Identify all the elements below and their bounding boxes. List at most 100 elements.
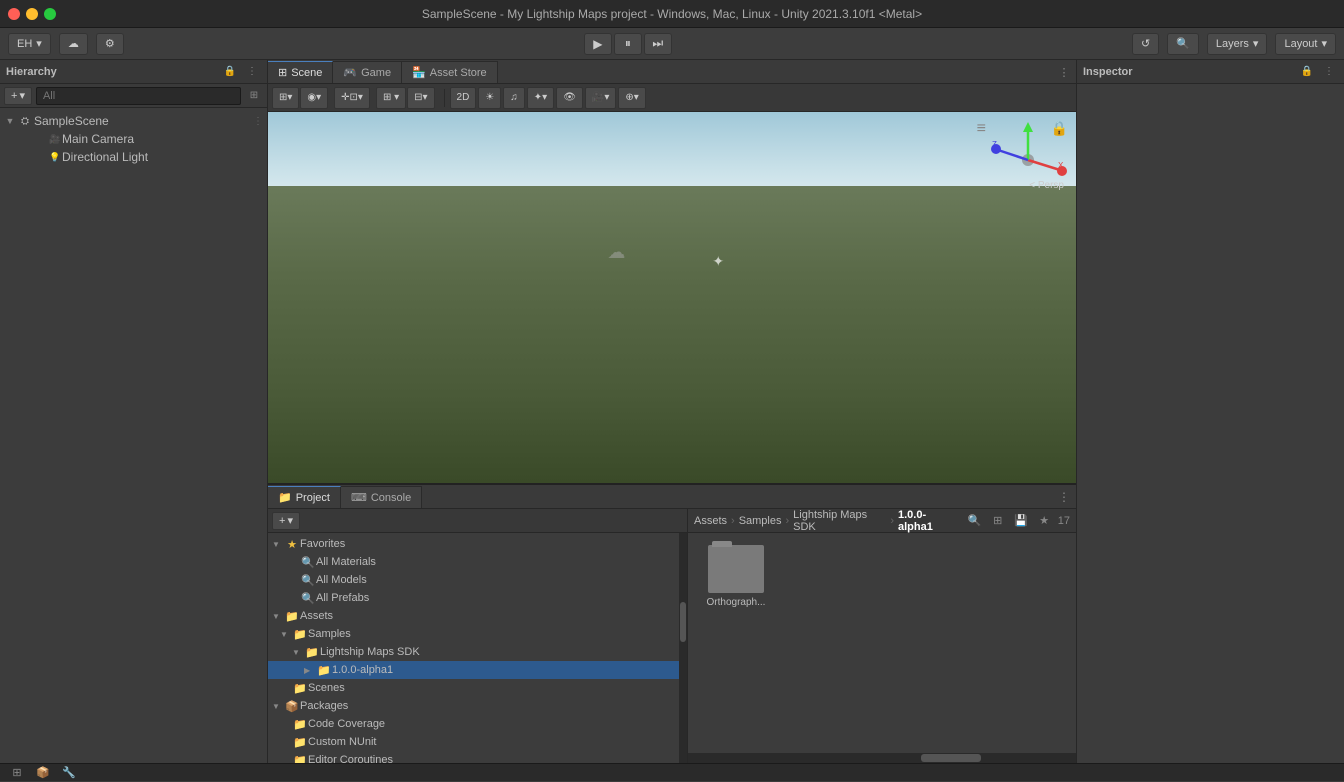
scene-hamburger-icon[interactable]: ≡	[977, 120, 986, 138]
file-tree-scroll-thumb[interactable]	[680, 602, 686, 642]
file-tree-scrollbar[interactable]	[679, 533, 687, 763]
hierarchy-lock-button[interactable]: 🔒	[221, 63, 239, 81]
toolbar-gizmos-button[interactable]: ⊕▾	[618, 87, 645, 109]
asset-search-button[interactable]: 🔍	[965, 511, 984, 531]
tree-item-main-camera[interactable]: 🎥 Main Camera	[0, 130, 267, 148]
view-tabs-more-button[interactable]: ⋮	[1052, 61, 1076, 83]
asset-browser-scrollbar[interactable]	[688, 753, 1076, 763]
asset-save-button[interactable]: 💾	[1011, 511, 1030, 531]
gizmo-tools: ⊞▾ ◉▾	[272, 87, 328, 109]
all-models-label: All Models	[316, 574, 683, 586]
editor-coroutines-label: Editor Coroutines	[308, 754, 683, 763]
play-controls: ▶ ⏸ ⏭	[584, 33, 672, 55]
file-tree-item-all-materials[interactable]: 🔍 All Materials	[268, 553, 687, 571]
file-tree-item-samples[interactable]: ▼ 📁 Samples	[268, 625, 687, 643]
hierarchy-tree: ▼ ⛭ SampleScene ⋮ 🎥 Main Camera 💡	[0, 108, 267, 763]
asset-store-tab-icon: 🏪	[412, 66, 426, 79]
tree-arrow-sample-scene: ▼	[4, 116, 16, 126]
bottom-tabs: 📁 Project ⌨ Console ⋮	[268, 485, 1076, 509]
breadcrumb-lightship[interactable]: Lightship Maps SDK	[793, 509, 886, 533]
status-icon-2[interactable]: 📦	[34, 764, 52, 782]
account-button[interactable]: EH ▾	[8, 33, 51, 55]
scene-viewport[interactable]: ✋ ✛ ↻ ⊡ ⊞ ⊕ ☁ ✦ ≡ 🔒	[268, 112, 1076, 483]
step-button[interactable]: ⏭	[644, 33, 672, 55]
layers-dropdown[interactable]: Layers ▾	[1207, 33, 1268, 55]
game-tab-icon: 🎮	[343, 66, 357, 79]
asset-browser-scroll-thumb[interactable]	[921, 754, 981, 762]
toolbar-scene-visibility-button[interactable]: 👁	[556, 87, 583, 109]
file-tree-item-packages[interactable]: ▼ 📦 Packages	[268, 697, 687, 715]
favorites-icon: ★	[284, 538, 300, 551]
custom-nunit-icon: 📁	[292, 736, 308, 749]
tab-asset-store[interactable]: 🏪 Asset Store	[402, 61, 498, 83]
status-icon-3[interactable]: 🔧	[60, 764, 78, 782]
file-tree-add-button[interactable]: + ▾	[272, 512, 300, 530]
file-tree-item-lightship-maps-sdk[interactable]: ▼ 📁 Lightship Maps SDK	[268, 643, 687, 661]
grid-tools: ⊞ ▾ ⊟▾	[376, 87, 435, 109]
settings-icon: ⚙	[105, 37, 115, 50]
toolbar-pivot-button[interactable]: ✛⊡▾	[334, 87, 370, 109]
toolbar-lighting-button[interactable]: ☀	[478, 87, 501, 109]
packages-label: Packages	[300, 700, 683, 712]
sun-object: ✦	[712, 253, 724, 270]
tab-project[interactable]: 📁 Project	[268, 486, 341, 508]
tree-item-sample-scene[interactable]: ▼ ⛭ SampleScene ⋮	[0, 112, 267, 130]
file-tree-item-editor-coroutines[interactable]: 📁 Editor Coroutines	[268, 751, 687, 763]
toolbar-audio-button[interactable]: ♫	[503, 87, 525, 109]
hierarchy-more-button[interactable]: ⋮	[243, 63, 261, 81]
status-icon-1[interactable]: ⊞	[8, 764, 26, 782]
bottom-tabs-more-button[interactable]: ⋮	[1052, 486, 1076, 508]
minimize-button[interactable]	[26, 8, 38, 20]
toolbar-fx-button[interactable]: ✦▾	[527, 87, 554, 109]
file-tree-item-all-prefabs[interactable]: 🔍 All Prefabs	[268, 589, 687, 607]
tab-console[interactable]: ⌨ Console	[341, 486, 422, 508]
play-button[interactable]: ▶	[584, 33, 612, 55]
file-tree-item-custom-nunit[interactable]: 📁 Custom NUnit	[268, 733, 687, 751]
toolbar-camera-button[interactable]: 🎥▾	[585, 87, 616, 109]
hierarchy-search-input[interactable]	[36, 87, 241, 105]
layout-dropdown-arrow: ▾	[1321, 37, 1327, 50]
breadcrumb-alpha1[interactable]: 1.0.0-alpha1	[898, 509, 957, 533]
hierarchy-add-button[interactable]: + ▾	[4, 87, 32, 105]
toolbar-snap-settings-button[interactable]: ⊟▾	[407, 87, 434, 109]
asset-refresh-button[interactable]: ⊞	[988, 511, 1007, 531]
play-icon: ▶	[593, 37, 602, 51]
breadcrumb-assets[interactable]: Assets	[694, 515, 727, 527]
asset-item-orthographic[interactable]: Orthograph...	[696, 541, 776, 612]
tree-item-directional-light[interactable]: 💡 Directional Light	[0, 148, 267, 166]
preferences-button[interactable]: ⚙	[96, 33, 124, 55]
scene-more-icon[interactable]: ⋮	[253, 116, 263, 127]
main-layout: Hierarchy 🔒 ⋮ + ▾ ⊞ ▼ ⛭ SampleScene ⋮	[0, 60, 1344, 763]
file-tree-item-scenes[interactable]: 📁 Scenes	[268, 679, 687, 697]
scene-tab-icon: ⊞	[278, 66, 287, 79]
hierarchy-filter-button[interactable]: ⊞	[245, 87, 263, 105]
toolbar-scene-draw-button[interactable]: ⊞▾	[272, 87, 299, 109]
toolbar-scene-snap-button[interactable]: ◉▾	[300, 87, 328, 109]
file-tree-item-favorites[interactable]: ▼ ★ Favorites	[268, 535, 687, 553]
inspector-more-button[interactable]: ⋮	[1320, 63, 1338, 81]
tab-game[interactable]: 🎮 Game	[333, 61, 402, 83]
asset-breadcrumb: Assets › Samples › Lightship Maps SDK › …	[694, 509, 957, 533]
status-bar: ⊞ 📦 🔧	[0, 763, 1344, 781]
file-tree-item-assets[interactable]: ▼ 📁 Assets	[268, 607, 687, 625]
inspector-lock-button[interactable]: 🔒	[1298, 63, 1316, 81]
asset-favorite-button[interactable]: ★	[1035, 511, 1054, 531]
toolbar-2d-button[interactable]: 2D	[450, 87, 477, 109]
maximize-button[interactable]	[44, 8, 56, 20]
close-button[interactable]	[8, 8, 20, 20]
pause-button[interactable]: ⏸	[614, 33, 642, 55]
file-tree-toolbar: + ▾	[268, 509, 687, 533]
cloud-button[interactable]: ☁	[59, 33, 88, 55]
tab-scene[interactable]: ⊞ Scene	[268, 61, 333, 83]
camera-icon: 🎥	[48, 134, 62, 145]
history-button[interactable]: ↺	[1132, 33, 1159, 55]
breadcrumb-samples[interactable]: Samples	[739, 515, 782, 527]
perspective-label: < Persp	[1029, 180, 1064, 191]
file-tree-item-code-coverage[interactable]: 📁 Code Coverage	[268, 715, 687, 733]
file-tree-item-alpha1[interactable]: ▶ 📁 1.0.0-alpha1	[268, 661, 687, 679]
search-button[interactable]: 🔍	[1167, 33, 1199, 55]
layout-dropdown[interactable]: Layout ▾	[1275, 33, 1336, 55]
file-tree-item-all-models[interactable]: 🔍 All Models	[268, 571, 687, 589]
toolbar-grid-button[interactable]: ⊞ ▾	[376, 87, 406, 109]
search-icon-models: 🔍	[300, 574, 316, 587]
